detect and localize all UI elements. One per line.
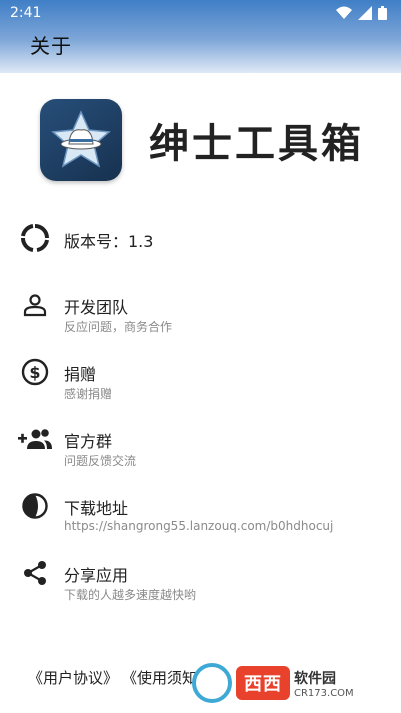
watermark-main: 西西 [236, 666, 290, 700]
usage-notice-link[interactable]: 《使用须知 [122, 667, 197, 688]
list-item-share[interactable]: 分享应用 下载的人越多速度越快哟 [0, 541, 401, 608]
dollar-icon: $ [19, 356, 51, 388]
battery-icon [378, 6, 387, 20]
list-item-subtitle: 下载的人越多速度越快哟 [64, 588, 197, 602]
about-list: 版本号：1.3 开发团队 反应问题，商务合作 $ 捐赠 感谢捐赠 官方群 问题反… [0, 206, 401, 608]
circle-segments-icon [19, 222, 51, 254]
group-add-icon [17, 423, 53, 455]
watermark: 西西 软件园 CR173.COM [192, 660, 382, 706]
list-item-dev-team[interactable]: 开发团队 反应问题，商务合作 [0, 273, 401, 340]
download-url[interactable]: https://shangrong55.lanzouq.com/b0hdhocu… [64, 519, 333, 533]
list-item-title: 开发团队 [64, 298, 129, 317]
list-item-version[interactable]: 版本号：1.3 [0, 206, 401, 273]
wifi-icon [336, 6, 352, 19]
status-bar: 2:41 [0, 0, 401, 26]
contrast-icon [19, 490, 51, 522]
list-item-title: 捐赠 [64, 365, 97, 384]
list-item-donate[interactable]: $ 捐赠 感谢捐赠 [0, 340, 401, 407]
list-item-subtitle: 感谢捐赠 [64, 387, 113, 401]
list-item-title: 版本号：1.3 [64, 232, 154, 251]
app-logo-icon [40, 99, 122, 181]
watermark-url: CR173.COM [294, 687, 354, 699]
user-agreement-link[interactable]: 《用户协议》 [28, 667, 118, 688]
list-item-subtitle: 问题反馈交流 [64, 454, 137, 468]
signal-icon [358, 6, 372, 20]
status-time: 2:41 [10, 5, 42, 21]
list-item-official-group[interactable]: 官方群 问题反馈交流 [0, 407, 401, 474]
list-item-download[interactable]: 下载地址 https://shangrong55.lanzouq.com/b0h… [0, 474, 401, 541]
footer-links: 《用户协议》 《使用须知 [28, 667, 197, 688]
share-icon [19, 557, 51, 589]
person-icon [19, 289, 51, 321]
list-item-subtitle: 反应问题，商务合作 [64, 320, 173, 334]
app-header: 绅士工具箱 [40, 99, 364, 181]
list-item-title: 分享应用 [64, 566, 129, 585]
page-title: 关于 [30, 34, 72, 58]
list-item-title: 下载地址 [64, 499, 129, 518]
list-item-title: 官方群 [64, 432, 113, 451]
svg-text:$: $ [29, 363, 40, 382]
watermark-side: 软件园 [294, 670, 336, 687]
app-name: 绅士工具箱 [149, 121, 364, 167]
watermark-logo-icon [192, 663, 232, 703]
